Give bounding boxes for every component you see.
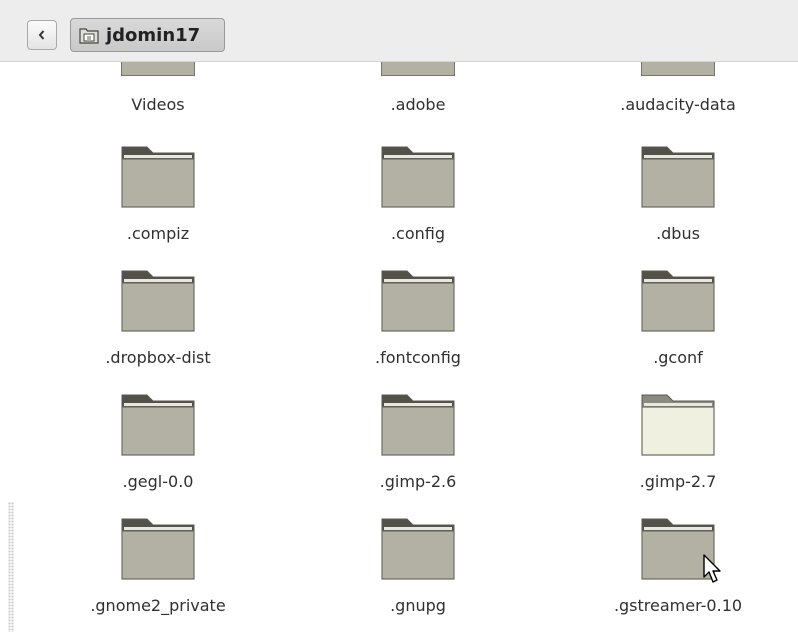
folder-icon (381, 518, 455, 580)
folder-label: .gconf (653, 348, 703, 367)
folder-item[interactable]: .config (318, 146, 518, 270)
folder-label: .compiz (126, 224, 190, 243)
folder-icon (121, 270, 195, 332)
folder-icon-partial (121, 62, 195, 76)
folder-label-audacity-data[interactable]: .audacity-data (620, 95, 736, 114)
folder-label: .gimp-2.7 (639, 472, 717, 491)
folder-icon-partial (381, 62, 455, 76)
folder-label: .gimp-2.6 (379, 472, 457, 491)
location-label: jdomin17 (106, 24, 201, 46)
folder-icon (641, 270, 715, 332)
folder-label: .fontconfig (375, 348, 461, 367)
back-button[interactable] (27, 20, 57, 50)
folder-icon (381, 270, 455, 332)
folder-icon (121, 394, 195, 456)
folder-item[interactable]: .compiz (58, 146, 258, 270)
folder-item[interactable]: .gimp-2.6 (318, 394, 518, 518)
folder-item[interactable]: .dropbox-dist (58, 270, 258, 394)
folder-label: .gegl-0.0 (122, 472, 194, 491)
home-folder-icon (79, 28, 99, 44)
toolbar: jdomin17 (0, 0, 798, 62)
folder-item[interactable]: .gnome2_private (58, 518, 258, 632)
folder-icon (381, 394, 455, 456)
folder-icon (641, 394, 715, 456)
folder-label: .gnome2_private (90, 596, 226, 615)
folder-icon (121, 518, 195, 580)
folder-item[interactable]: .gegl-0.0 (58, 394, 258, 518)
folder-icon (381, 146, 455, 208)
folder-item[interactable]: .gimp-2.7 (578, 394, 778, 518)
folder-item[interactable]: .dbus (578, 146, 778, 270)
folder-icon-partial (641, 62, 715, 76)
folder-label: .dropbox-dist (105, 348, 211, 367)
chevron-left-icon (38, 30, 45, 40)
folder-label-videos[interactable]: Videos (131, 95, 184, 114)
folder-item[interactable]: .gnupg (318, 518, 518, 632)
folder-icon (641, 146, 715, 208)
folder-label-adobe[interactable]: .adobe (391, 95, 446, 114)
folder-item[interactable]: .gconf (578, 270, 778, 394)
folder-label: .gnupg (390, 596, 446, 615)
folder-icon (121, 146, 195, 208)
file-view[interactable]: Videos .adobe .audacity-data .compiz .con… (0, 62, 798, 632)
folder-label: .dbus (656, 224, 700, 243)
mouse-cursor-icon (703, 554, 721, 583)
resize-grip[interactable] (8, 502, 14, 632)
folder-item[interactable]: .gstreamer-0.10 (578, 518, 778, 632)
folder-label: .gstreamer-0.10 (613, 596, 743, 615)
folder-label: .config (390, 224, 446, 243)
path-bar-current-folder[interactable]: jdomin17 (70, 18, 225, 52)
folder-item[interactable]: .fontconfig (318, 270, 518, 394)
